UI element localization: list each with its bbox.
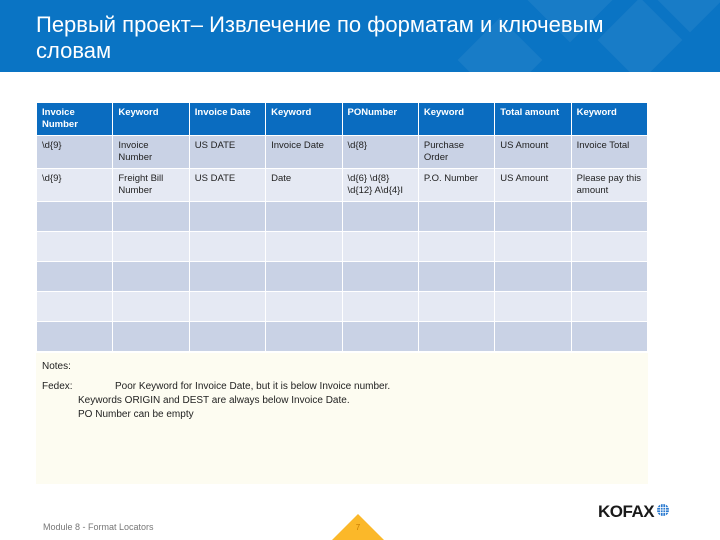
page-number: 7 — [355, 523, 361, 532]
table-cell: \d{9} — [35, 168, 114, 202]
table-cell — [188, 231, 267, 262]
table-row: \d{9} Invoice Number US DATE Invoice Dat… — [35, 135, 649, 169]
table-cell — [265, 261, 343, 292]
column-header: Invoice Number — [35, 102, 114, 136]
table-cell: US Amount — [494, 135, 572, 169]
table-cell — [494, 201, 572, 232]
notes-title: Notes: — [42, 361, 71, 372]
locator-table: Invoice Number Keyword Invoice Date Keyw… — [35, 102, 649, 352]
table-cell — [35, 231, 114, 262]
table-cell — [494, 321, 572, 352]
table-cell — [188, 261, 267, 292]
table-cell — [417, 261, 496, 292]
table-row: \d{9} Freight Bill Number US DATE Date \… — [35, 168, 649, 202]
table-cell — [265, 321, 343, 352]
table-cell: \d{6} \d{8} \d{12} A\d{4}I — [341, 168, 419, 202]
table-cell — [417, 291, 496, 322]
notes-text: Keywords ORIGIN and DEST are always belo… — [78, 395, 350, 406]
table-cell — [570, 321, 649, 352]
table-row — [35, 321, 649, 352]
table-cell — [35, 291, 114, 322]
table-cell: Invoice Number — [112, 135, 190, 169]
table-cell — [570, 261, 649, 292]
table-cell — [341, 231, 419, 262]
column-header: Keyword — [112, 102, 190, 136]
notes-box: Notes: Fedex: Poor Keyword for Invoice Da… — [36, 353, 648, 484]
column-header: Keyword — [417, 102, 496, 136]
table-row — [35, 201, 649, 232]
table-cell — [494, 231, 572, 262]
table-cell — [112, 321, 190, 352]
slide-header: Первый проект– Извлечение по форматам и … — [0, 0, 720, 72]
kofax-logo: KOFAX — [598, 502, 670, 522]
table-cell — [341, 261, 419, 292]
table-row — [35, 231, 649, 262]
table-cell — [265, 291, 343, 322]
table-cell: US Amount — [494, 168, 572, 202]
table-cell — [112, 201, 190, 232]
table-cell — [341, 291, 419, 322]
table-cell — [35, 261, 114, 292]
table-cell — [570, 201, 649, 232]
table-row — [35, 261, 649, 292]
table-cell — [112, 291, 190, 322]
column-header: Keyword — [570, 102, 649, 136]
table-cell — [188, 291, 267, 322]
table-cell: Purchase Order — [417, 135, 496, 169]
table-cell — [341, 201, 419, 232]
column-header: PONumber — [341, 102, 419, 136]
table-cell: P.O. Number — [417, 168, 496, 202]
page-title: Первый проект– Извлечение по форматам и … — [36, 12, 604, 63]
table-cell — [188, 321, 267, 352]
table-cell: Please pay this amount — [570, 168, 649, 202]
table-cell — [570, 291, 649, 322]
table-cell — [35, 201, 114, 232]
table-cell — [341, 321, 419, 352]
table-cell — [265, 231, 343, 262]
table-cell — [494, 261, 572, 292]
notes-text: Poor Keyword for Invoice Date, but it is… — [115, 381, 391, 392]
table-cell — [417, 231, 496, 262]
table-cell — [494, 291, 572, 322]
table-cell: Invoice Date — [265, 135, 343, 169]
table-header-row: Invoice Number Keyword Invoice Date Keyw… — [35, 102, 649, 136]
globe-icon — [656, 503, 670, 522]
column-header: Keyword — [265, 102, 343, 136]
table-cell — [188, 201, 267, 232]
table-cell: Invoice Total — [570, 135, 649, 169]
notes-label: Fedex: — [42, 381, 73, 392]
table-cell: Date — [265, 168, 343, 202]
table-cell — [265, 201, 343, 232]
column-header: Invoice Date — [188, 102, 267, 136]
table-cell — [112, 261, 190, 292]
notes-line: Fedex: Poor Keyword for Invoice Date, but… — [42, 381, 390, 392]
table-cell: US DATE — [188, 168, 267, 202]
table-cell: \d{9} — [35, 135, 114, 169]
column-header: Total amount — [494, 102, 572, 136]
logo-text: KOFAX — [598, 502, 655, 521]
table-cell — [112, 231, 190, 262]
table-cell: US DATE — [188, 135, 267, 169]
table-cell — [570, 231, 649, 262]
table-cell: Freight Bill Number — [112, 168, 190, 202]
notes-text: PO Number can be empty — [78, 409, 194, 420]
table-cell — [35, 321, 114, 352]
footer-module-text: Module 8 - Format Locators — [43, 522, 154, 532]
table-cell — [417, 321, 496, 352]
table-row — [35, 291, 649, 322]
table-cell: \d{8} — [341, 135, 419, 169]
table-cell — [417, 201, 496, 232]
